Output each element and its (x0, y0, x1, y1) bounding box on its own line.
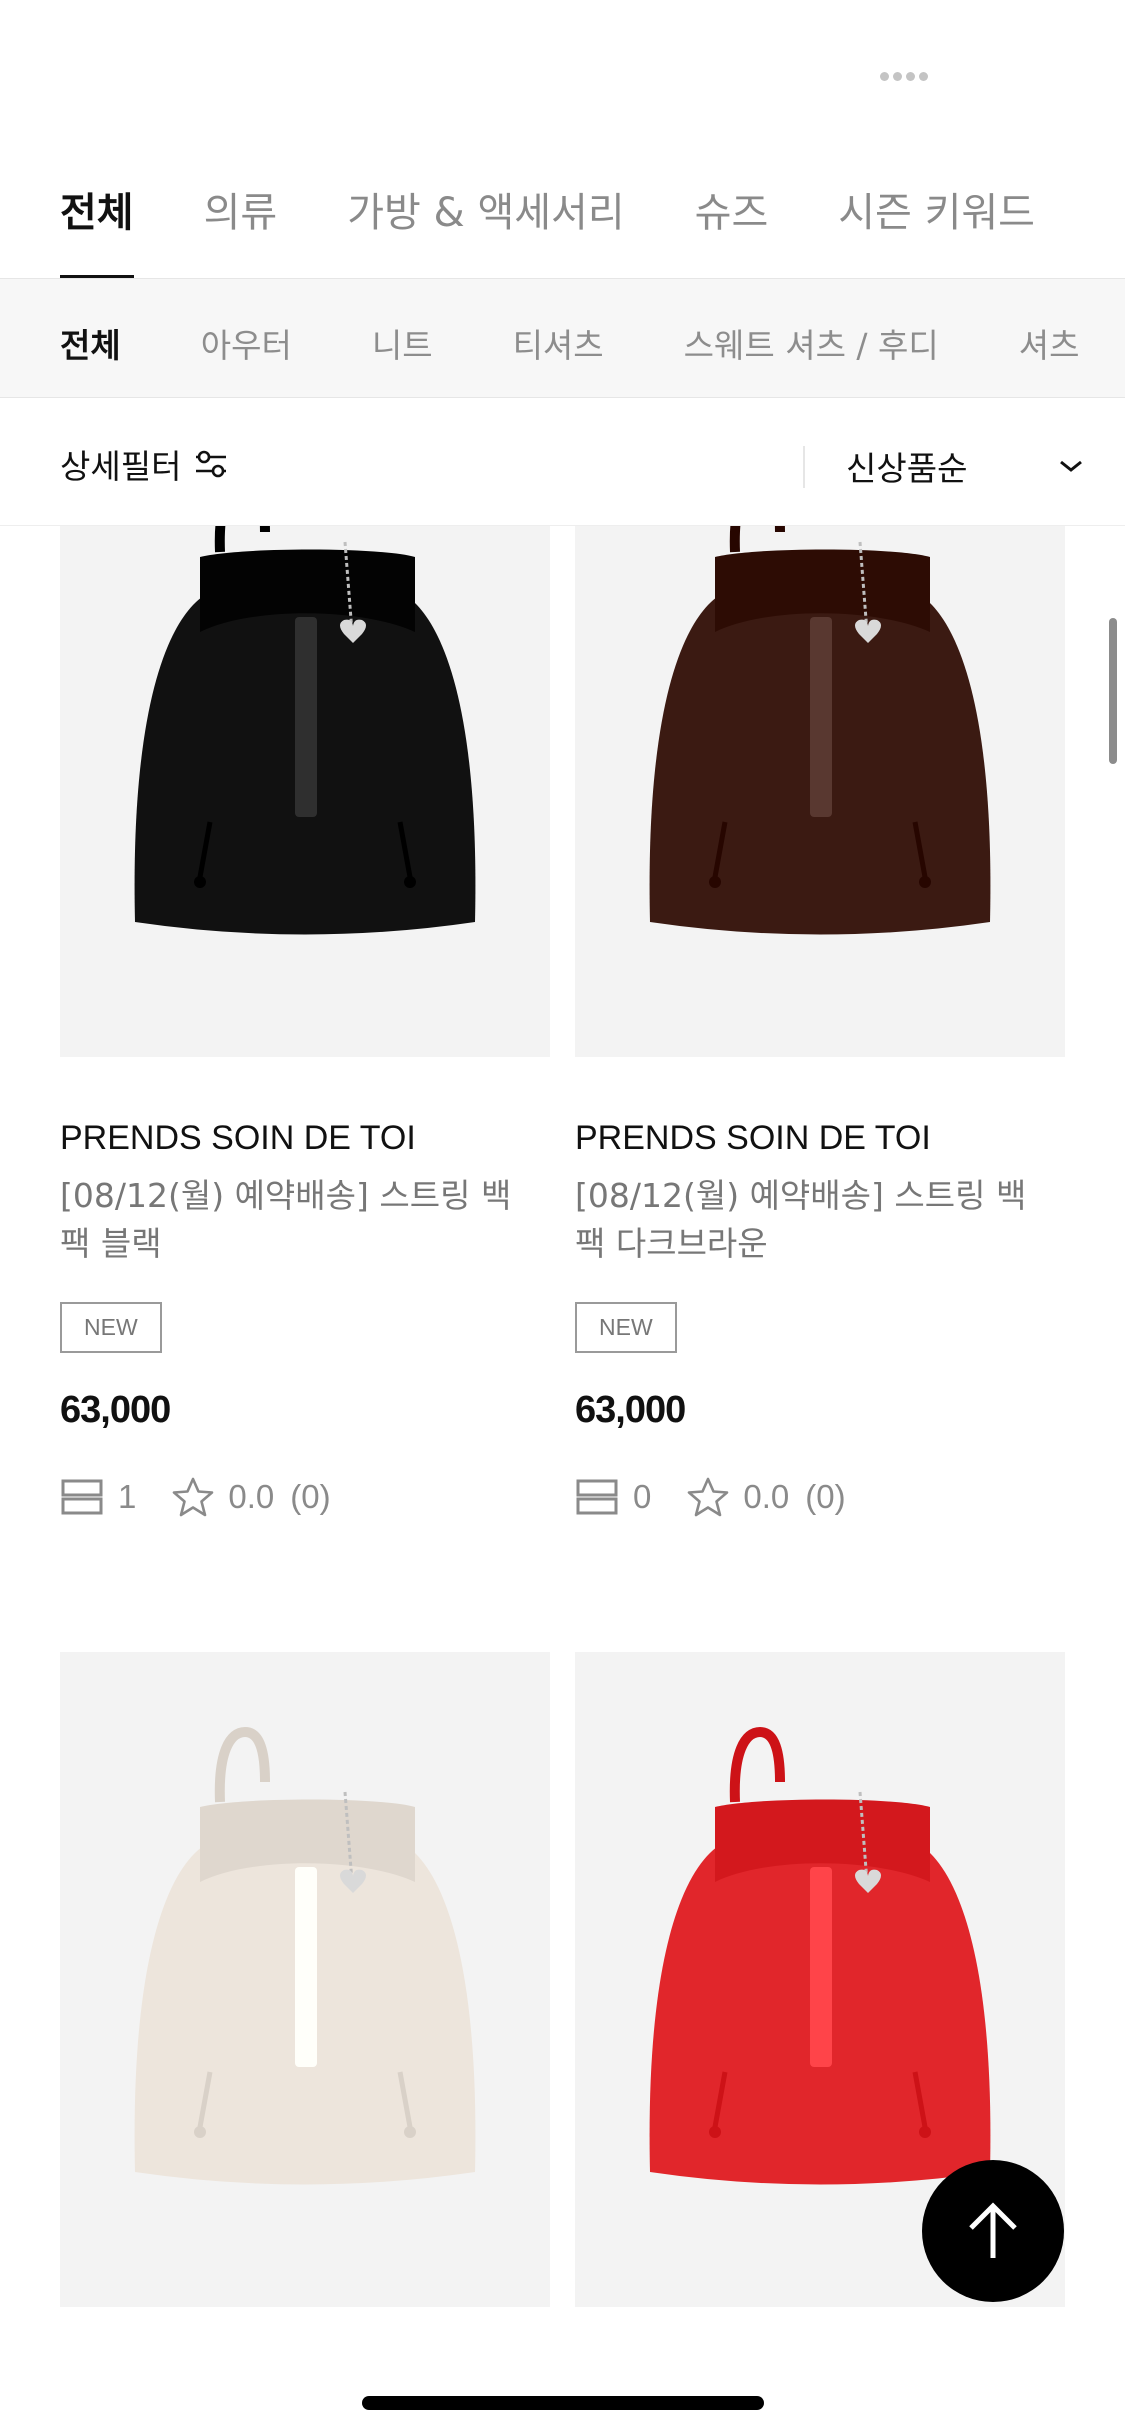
rating-count: (0) (290, 1478, 331, 1515)
sort-label: 신상품순 (846, 449, 968, 488)
scroll-to-top-button[interactable] (922, 2160, 1064, 2302)
rating-count: (0) (805, 1478, 846, 1515)
review-count: 0 (633, 1478, 652, 1515)
scrollbar[interactable] (1109, 618, 1117, 764)
product-meta: 0 0.0 (0) (575, 1476, 1065, 1518)
review-count: 1 (118, 1478, 137, 1515)
product-brand: PRENDS SOIN DE TOI (575, 1119, 931, 1157)
review-icon (576, 1479, 618, 1515)
product-price: 63,000 (60, 1389, 171, 1431)
detail-filter-button[interactable]: 상세필터 (60, 440, 229, 488)
rating-value: 0.0 (228, 1478, 275, 1515)
product-brand: PRENDS SOIN DE TOI (60, 1119, 416, 1157)
arrow-up-icon (969, 2202, 1017, 2258)
product-meta: 1 0.0 (0) (60, 1476, 550, 1518)
product-image[interactable] (60, 1652, 550, 2307)
product-name[interactable]: [08/12(월) 예약배송] 스트링 백팩 블랙 (60, 1172, 530, 1268)
product-card[interactable]: PRENDS SOIN DE TOI [08/12(월) 예약배송] 스트링 백… (60, 402, 550, 1518)
sort-select[interactable]: 신상품순 (846, 442, 1086, 490)
detail-filter-label: 상세필터 (60, 447, 182, 486)
product-grid: PRENDS SOIN DE TOI [08/12(월) 예약배송] 스트링 백… (0, 0, 1125, 2436)
home-indicator[interactable] (362, 2396, 764, 2410)
filter-icon (196, 450, 227, 478)
divider (803, 446, 805, 488)
product-price: 63,000 (575, 1389, 686, 1431)
star-icon (688, 1477, 729, 1517)
review-icon (61, 1479, 103, 1515)
backpack-image (134, 1726, 476, 2185)
product-name[interactable]: [08/12(월) 예약배송] 스트링 백팩 다크브라운 (575, 1172, 1045, 1268)
rating-value: 0.0 (743, 1478, 790, 1515)
new-badge: NEW (575, 1302, 677, 1353)
product-card[interactable]: PRENDS SOIN DE TOI [08/12(월) 예약배송] 스트링 백… (575, 402, 1065, 1518)
product-card[interactable] (60, 1652, 550, 2307)
new-badge: NEW (60, 1302, 162, 1353)
filter-bar: 상세필터 신상품순 (0, 398, 1125, 526)
star-icon (173, 1477, 214, 1517)
chevron-down-icon (1060, 460, 1082, 472)
